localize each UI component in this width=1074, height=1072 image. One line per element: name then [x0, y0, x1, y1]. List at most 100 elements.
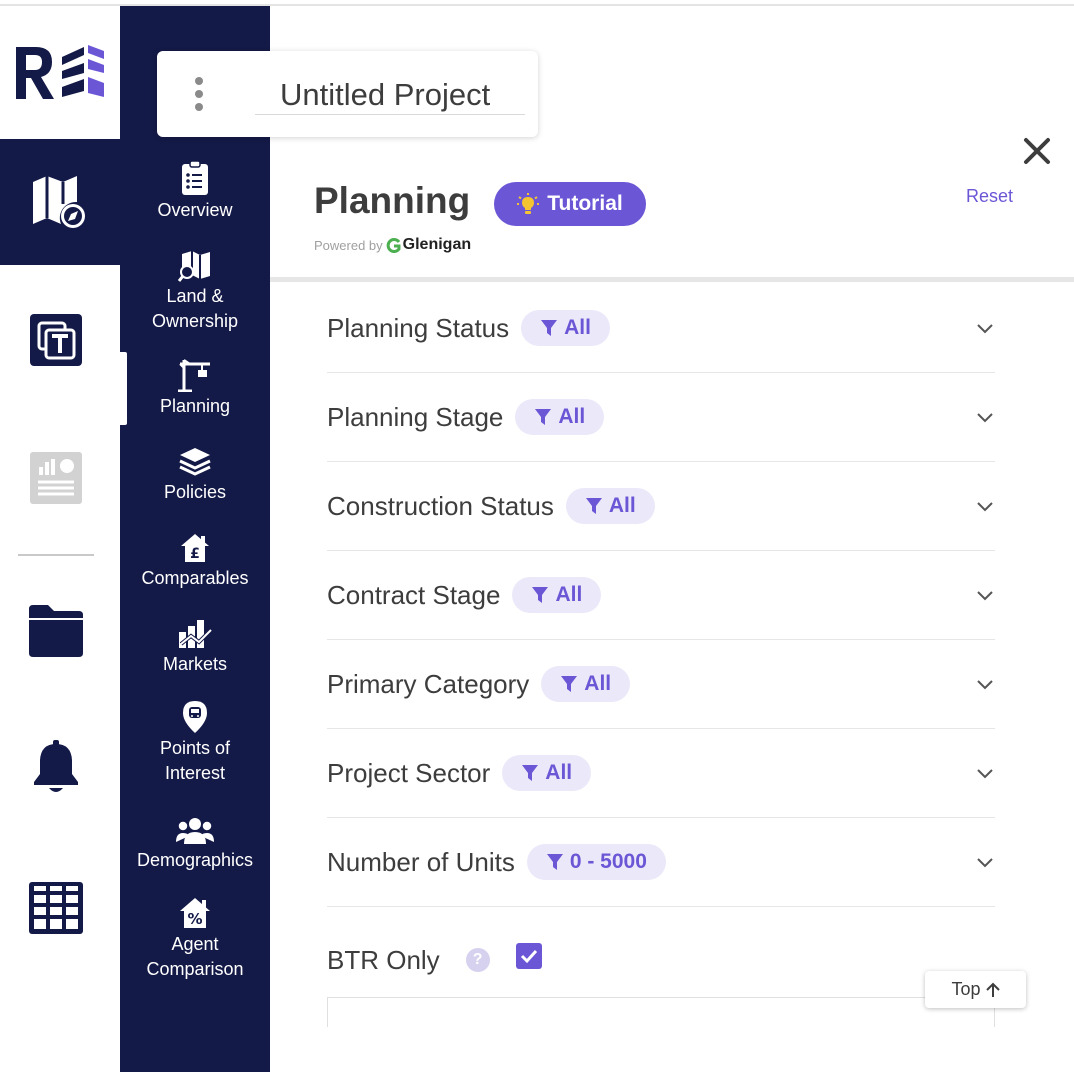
people-group-icon — [176, 810, 214, 846]
menu-label-policies: Policies — [163, 482, 227, 502]
map-compass-icon — [33, 176, 85, 228]
btr-only-checkbox[interactable] — [515, 943, 542, 969]
scroll-top-button[interactable]: Top — [925, 971, 1026, 1008]
filter-chip[interactable]: All — [541, 666, 631, 702]
help-icon[interactable]: ? — [465, 948, 490, 972]
kebab-dot-icon — [195, 90, 203, 98]
filter-chip[interactable]: All — [565, 488, 655, 524]
filter-label: Planning Stage — [327, 401, 504, 432]
filter-label: Planning Status — [327, 312, 510, 343]
filter-chip[interactable]: 0 - 5000 — [526, 844, 666, 880]
clipboard-list-icon — [181, 160, 209, 196]
report-button[interactable] — [28, 450, 84, 506]
filter-label: Project Sector — [327, 757, 491, 788]
filter-construction-status[interactable]: Construction Status All — [327, 462, 995, 551]
folder-button[interactable] — [28, 602, 84, 658]
filter-planning-stage[interactable]: Planning Stage All — [327, 373, 995, 462]
filter-number-of-units[interactable]: Number of Units 0 - 5000 — [327, 818, 995, 907]
crane-icon — [176, 356, 214, 392]
filter-funnel-icon — [561, 676, 578, 692]
house-pound-icon: £ — [179, 528, 211, 564]
side-menu: Overview Land & Ownership Planning Polic… — [120, 6, 270, 1072]
project-options-button[interactable] — [187, 77, 211, 111]
table-icon — [29, 882, 83, 934]
reset-link[interactable]: Reset — [966, 186, 1013, 207]
filter-planning-status[interactable]: Planning Status All — [327, 284, 995, 373]
menu-label-planning: Planning — [159, 396, 231, 416]
menu-item-demographics[interactable]: Demographics — [120, 810, 270, 873]
filter-primary-category[interactable]: Primary Category All — [327, 640, 995, 729]
powered-by-text: Powered by — [314, 237, 383, 253]
filter-chip[interactable]: All — [515, 399, 605, 435]
map-tab[interactable] — [0, 139, 120, 265]
menu-label-comparables: Comparables — [141, 568, 249, 588]
lightbulb-icon — [517, 193, 540, 214]
filter-label: Number of Units — [327, 846, 515, 877]
menu-label-points-of-interest: Points of Interest — [159, 738, 231, 783]
filter-funnel-icon — [546, 854, 563, 870]
bell-icon — [34, 740, 78, 792]
project-title-input[interactable]: Untitled Project — [255, 77, 525, 115]
folder-icon — [29, 605, 83, 657]
menu-item-comparables[interactable]: £ Comparables — [120, 528, 270, 591]
filter-label: Primary Category — [327, 668, 530, 699]
menu-item-points-of-interest[interactable]: Points of Interest — [120, 698, 270, 786]
left-rail — [0, 6, 120, 1072]
menu-item-policies[interactable]: Policies — [120, 442, 270, 505]
menu-item-agent-comparison[interactable]: % Agent Comparison — [120, 894, 270, 982]
menu-label-agent-comparison: Agent Comparison — [146, 934, 244, 979]
app-logo[interactable] — [0, 6, 120, 139]
filter-chip[interactable]: All — [502, 755, 592, 791]
checkmark-icon — [520, 949, 537, 964]
close-icon — [1024, 138, 1050, 164]
svg-text:%: % — [187, 910, 202, 928]
filter-value: All — [545, 761, 573, 784]
menu-label-markets: Markets — [162, 654, 227, 674]
filter-funnel-icon — [585, 498, 602, 514]
chevron-down-icon — [977, 858, 993, 868]
report-icon — [30, 452, 82, 504]
bar-chart-trend-icon — [177, 614, 213, 650]
glenigan-logo-icon — [386, 237, 401, 253]
project-card: Untitled Project — [157, 51, 538, 137]
panel-title: Planning — [314, 180, 471, 221]
chevron-down-icon — [977, 769, 993, 779]
close-button[interactable] — [1021, 135, 1053, 167]
menu-label-overview: Overview — [157, 200, 233, 220]
filter-chip[interactable]: All — [521, 310, 610, 346]
house-percent-icon: % — [178, 894, 212, 930]
chevron-down-icon — [977, 680, 993, 690]
filter-funnel-icon — [535, 409, 552, 425]
menu-item-planning[interactable]: Planning — [120, 356, 270, 419]
filter-label: Construction Status — [327, 490, 554, 521]
filter-chip[interactable]: All — [512, 577, 602, 613]
chevron-down-icon — [977, 591, 993, 601]
menu-item-markets[interactable]: Markets — [120, 614, 270, 677]
map-pin-train-icon — [182, 698, 208, 734]
svg-text:£: £ — [190, 546, 200, 562]
kebab-dot-icon — [195, 103, 203, 111]
filter-value: All — [584, 672, 612, 695]
filter-value: 0 - 5000 — [569, 850, 647, 873]
table-button[interactable] — [28, 880, 84, 936]
glenigan-brand: Glenigan — [386, 236, 471, 254]
glenigan-text: Glenigan — [402, 236, 472, 253]
chevron-down-icon — [977, 502, 993, 512]
text-tool-icon — [30, 314, 82, 366]
chevron-down-icon — [977, 324, 993, 334]
filter-contract-stage[interactable]: Contract Stage All — [327, 551, 995, 640]
menu-item-land-ownership[interactable]: Land & Ownership — [120, 246, 270, 334]
menu-item-overview[interactable]: Overview — [120, 160, 270, 223]
filter-value: All — [608, 494, 636, 517]
arrow-up-icon — [985, 982, 1000, 997]
notifications-button[interactable] — [28, 740, 84, 796]
header-separator — [270, 277, 1074, 282]
btr-only-label: BTR Only — [327, 944, 440, 975]
powered-by: Powered by Glenigan — [314, 236, 471, 254]
tutorial-button[interactable]: Tutorial — [494, 182, 646, 226]
filter-project-sector[interactable]: Project Sector All — [327, 729, 995, 818]
title-tool-button[interactable] — [28, 312, 84, 368]
filter-value: All — [555, 583, 583, 606]
land-search-icon — [178, 246, 212, 282]
btr-only-row: BTR Only ? — [327, 935, 995, 985]
